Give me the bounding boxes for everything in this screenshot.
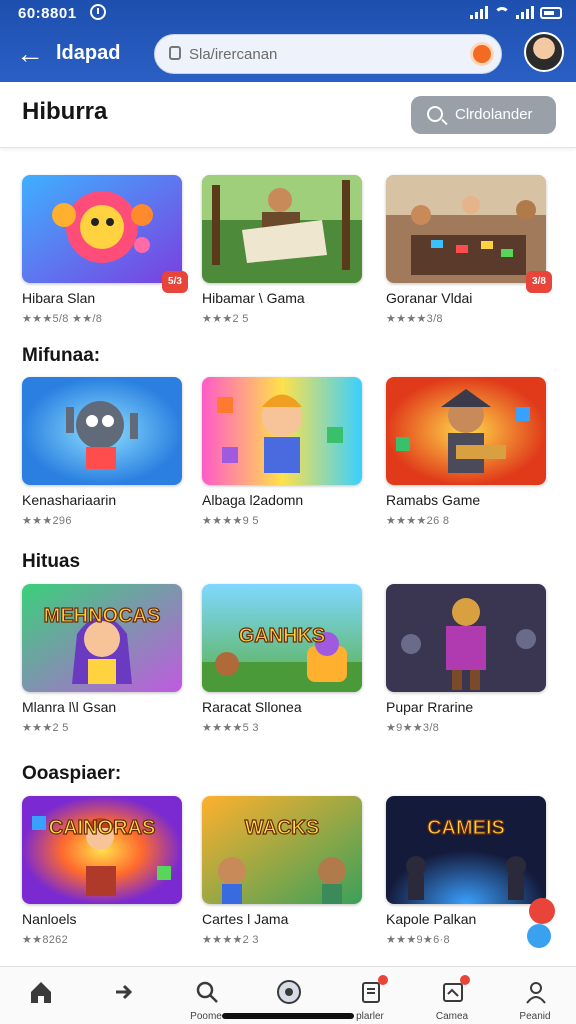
game-title: Raracat Sllonea bbox=[202, 699, 302, 715]
game-card[interactable]: Albaga l2adomn ★★★★9 5 bbox=[202, 377, 364, 527]
game-thumbnail[interactable] bbox=[202, 175, 362, 283]
notification-fab[interactable] bbox=[529, 898, 555, 924]
thumbnail-banner: CAMEIS bbox=[427, 817, 505, 839]
game-card[interactable]: CAINORAS Nanloels ★★8262 bbox=[22, 796, 184, 946]
game-thumbnail[interactable] bbox=[202, 377, 362, 485]
alarm-icon bbox=[90, 4, 106, 20]
game-rating: ★★★★5 3 bbox=[202, 722, 259, 734]
doc2-icon bbox=[440, 975, 470, 1005]
game-title: Albaga l2adomn bbox=[202, 492, 304, 508]
game-card[interactable]: Pupar Rrarine ★9★★3/8 bbox=[386, 584, 548, 734]
game-rating: ★★★9★6·8 bbox=[386, 934, 450, 946]
nav-item[interactable]: Peanid bbox=[499, 967, 571, 1024]
thumbnail-banner: MEHNOCAS bbox=[44, 605, 161, 627]
game-card[interactable]: Hibamar \ Gama ★★★2 5 bbox=[202, 175, 364, 325]
page-header: Hiburra Clrdolander bbox=[0, 82, 576, 148]
game-card[interactable]: MEHNOCAS Mlanra l\l Gsan ★★★2 5 bbox=[22, 584, 184, 734]
game-card[interactable]: GANHKS Raracat Sllonea ★★★★5 3 bbox=[202, 584, 364, 734]
top-bar: 60:8801 ← ldapad Sla/irercanan bbox=[0, 0, 576, 82]
game-card[interactable]: Hibara Slan ★★★5/8 ★★/8 5/3 bbox=[22, 175, 188, 325]
game-thumbnail[interactable] bbox=[22, 377, 182, 485]
avatar[interactable] bbox=[524, 32, 564, 72]
game-card[interactable]: CAMEIS Kapole Palkan ★★★9★6·8 bbox=[386, 796, 548, 946]
home-icon bbox=[28, 979, 54, 1005]
game-card[interactable]: WACKS Cartes l Jama ★★★★2 3 bbox=[202, 796, 364, 946]
game-rating: ★★★★3/8 bbox=[386, 313, 443, 325]
game-card[interactable]: Goranar Vldai ★★★★3/8 3/8 bbox=[386, 175, 552, 325]
game-thumbnail[interactable]: GANHKS bbox=[202, 584, 362, 692]
notification-dot bbox=[460, 975, 470, 985]
game-rating: ★★★2 5 bbox=[22, 722, 69, 734]
search-icon bbox=[194, 979, 220, 1005]
game-rating: ★★★5/8 ★★/8 bbox=[22, 313, 103, 325]
game-card[interactable]: Ramabs Game ★★★★26 8 bbox=[386, 377, 548, 527]
thumbnail-banner: GANHKS bbox=[239, 625, 326, 647]
app-bar: ← ldapad Sla/irercanan bbox=[0, 28, 576, 82]
header-button-label: Clrdolander bbox=[455, 106, 533, 123]
thumbnail-banner: CAINORAS bbox=[49, 817, 156, 839]
game-rating: ★9★★3/8 bbox=[386, 722, 440, 734]
page-title: Hiburra bbox=[22, 98, 108, 125]
section-title: Mifunaa: bbox=[22, 345, 101, 366]
search-placeholder: Sla/irercanan bbox=[189, 46, 278, 63]
nav-label: Camea bbox=[435, 1011, 469, 1022]
wifi-icon bbox=[494, 7, 510, 19]
game-title: Kenashariaarin bbox=[22, 492, 117, 508]
home-indicator bbox=[222, 1013, 354, 1019]
game-rating: ★★★★9 5 bbox=[202, 515, 259, 527]
game-title: Hibamar \ Gama bbox=[202, 290, 305, 306]
battery-icon bbox=[540, 7, 562, 19]
game-title: Goranar Vldai bbox=[386, 290, 473, 306]
game-thumbnail[interactable]: CAINORAS bbox=[22, 796, 182, 904]
thumbnail-banner: WACKS bbox=[245, 817, 319, 839]
nav-item[interactable] bbox=[87, 967, 159, 1024]
lock-icon bbox=[169, 46, 181, 60]
game-rating: ★★★2 5 bbox=[202, 313, 249, 325]
game-thumbnail[interactable] bbox=[22, 175, 182, 283]
game-rating: ★★8262 bbox=[22, 934, 68, 946]
notification-dot bbox=[378, 975, 388, 985]
game-thumbnail[interactable]: WACKS bbox=[202, 796, 362, 904]
game-thumbnail[interactable]: MEHNOCAS bbox=[22, 584, 182, 692]
game-card[interactable]: Kenashariaarin ★★★296 bbox=[22, 377, 184, 527]
status-bar: 60:8801 bbox=[0, 0, 576, 28]
price-badge: 3/8 bbox=[526, 271, 552, 293]
back-arrow-icon[interactable]: ← bbox=[16, 40, 44, 68]
nav-item[interactable] bbox=[4, 967, 76, 1024]
app-root: 60:8801 ← ldapad Sla/irercanan Hiburra C bbox=[0, 0, 576, 1024]
signal-icon bbox=[470, 5, 488, 19]
game-title: Pupar Rrarine bbox=[386, 699, 474, 715]
game-title: Kapole Palkan bbox=[386, 911, 477, 927]
section-title: Ooaspiaer: bbox=[22, 763, 122, 784]
game-thumbnail[interactable] bbox=[386, 584, 546, 692]
search-icon bbox=[427, 106, 443, 122]
game-thumbnail[interactable] bbox=[386, 175, 546, 283]
game-thumbnail[interactable]: CAMEIS bbox=[386, 796, 546, 904]
search-input[interactable]: Sla/irercanan bbox=[154, 34, 502, 74]
game-rating: ★★★★2 3 bbox=[202, 934, 259, 946]
doc-icon bbox=[358, 975, 388, 1005]
record-icon bbox=[276, 979, 302, 1005]
person-icon bbox=[523, 979, 549, 1005]
status-icons bbox=[470, 5, 562, 19]
mic-icon[interactable] bbox=[473, 45, 491, 63]
app-title: ldapad bbox=[56, 42, 121, 64]
game-thumbnail[interactable] bbox=[386, 377, 546, 485]
game-title: Hibara Slan bbox=[22, 290, 96, 306]
nav-item[interactable]: Camea bbox=[416, 967, 488, 1024]
game-title: Cartes l Jama bbox=[202, 911, 289, 927]
game-title: Nanloels bbox=[22, 911, 77, 927]
arrow-icon bbox=[111, 979, 137, 1005]
header-search-button[interactable]: Clrdolander bbox=[411, 96, 556, 134]
game-title: Mlanra l\l Gsan bbox=[22, 699, 117, 715]
info-fab[interactable] bbox=[527, 924, 551, 948]
section-title: Hituas bbox=[22, 551, 81, 572]
game-rating: ★★★★26 8 bbox=[386, 515, 450, 527]
status-time: 60:8801 bbox=[18, 5, 77, 22]
signal-icon-2 bbox=[516, 5, 534, 19]
price-badge: 5/3 bbox=[162, 271, 188, 293]
game-rating: ★★★296 bbox=[22, 515, 72, 527]
game-title: Ramabs Game bbox=[386, 492, 481, 508]
nav-label: Peanid bbox=[519, 1011, 551, 1022]
